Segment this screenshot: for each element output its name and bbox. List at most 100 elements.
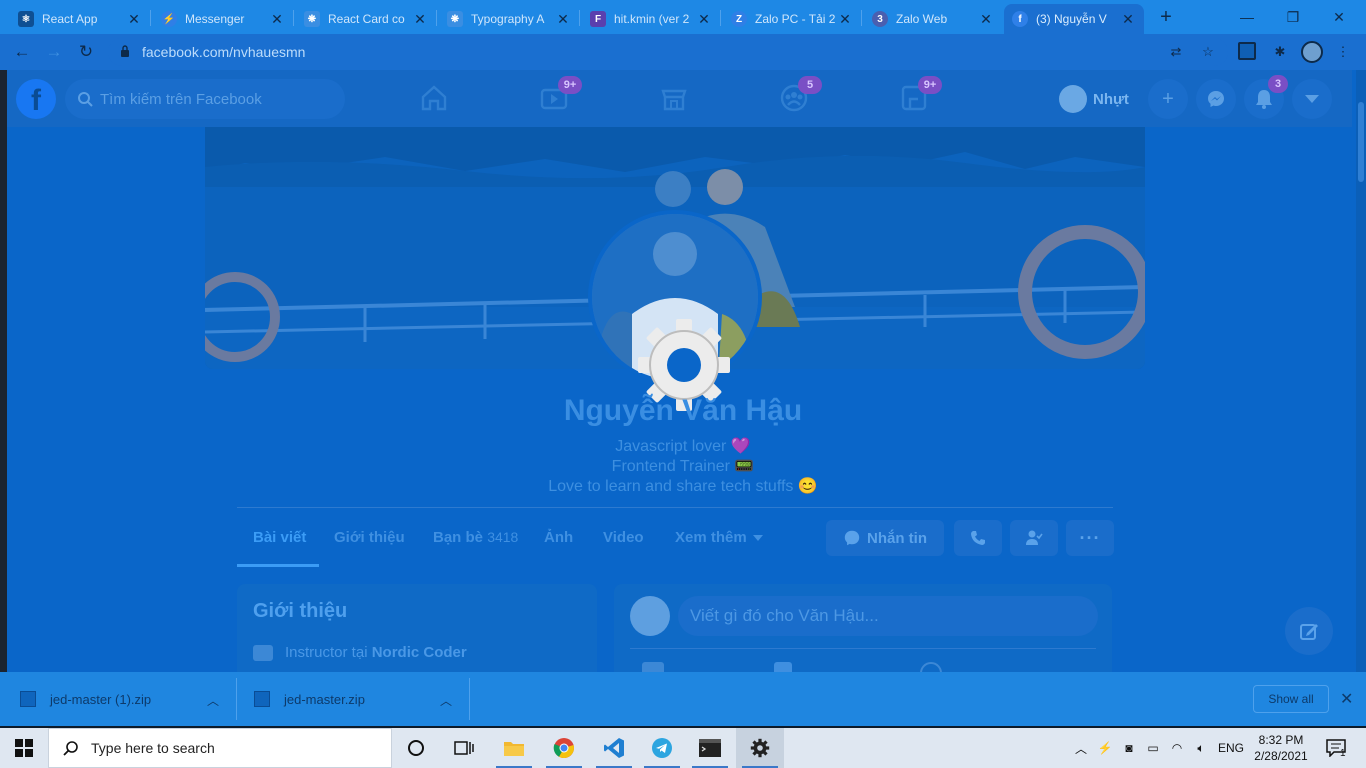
url-field[interactable]: facebook.com/nvhauesmn ⇄ ☆ <box>108 38 1228 66</box>
marketplace-icon[interactable] <box>658 82 690 114</box>
new-tab-button[interactable]: + <box>1156 6 1176 28</box>
close-window-button[interactable]: ✕ <box>1316 0 1362 34</box>
call-button[interactable] <box>954 520 1002 556</box>
groups-nav[interactable]: 5 <box>778 76 822 114</box>
close-icon[interactable]: ✕ <box>837 11 853 28</box>
vscode-icon[interactable] <box>590 728 638 768</box>
back-arrow-icon[interactable]: ← <box>12 42 32 62</box>
gaming-nav[interactable]: 9+ <box>898 76 942 114</box>
groups-badge: 5 <box>798 76 822 94</box>
facebook-logo-icon[interactable]: f <box>16 79 56 119</box>
download-filename: jed-master (1).zip <box>50 691 152 707</box>
file-explorer-icon[interactable] <box>490 728 538 768</box>
live-video-icon[interactable] <box>642 662 664 672</box>
bio-line: Javascript lover 💜 <box>615 438 751 455</box>
close-icon[interactable]: ✕ <box>696 11 712 28</box>
chevron-up-icon[interactable]: ︿ <box>1070 728 1092 768</box>
start-button[interactable] <box>0 728 48 768</box>
facebook-search-input[interactable]: Tìm kiếm trên Facebook <box>65 79 345 119</box>
close-icon[interactable]: ✕ <box>555 11 571 28</box>
create-plus-icon[interactable]: + <box>1148 79 1188 119</box>
tab-zalo-pc[interactable]: Z Zalo PC - Tải 2 ✕ <box>723 4 861 34</box>
tab-about[interactable]: Giới thiệu <box>334 529 405 546</box>
download-item[interactable]: jed-master.zip <box>254 672 365 726</box>
tab-title: React Card co <box>328 12 405 26</box>
profile-avatar-icon[interactable] <box>1301 41 1323 63</box>
close-icon[interactable]: ✕ <box>126 11 142 28</box>
camera-icon[interactable]: ◙ <box>1118 728 1140 768</box>
tab-zalo-web[interactable]: 3 Zalo Web ✕ <box>864 4 1002 34</box>
zalo-icon: Z <box>731 11 747 27</box>
volume-icon[interactable]: 🔈︎ <box>1190 728 1212 768</box>
notifications-bell-icon[interactable]: 3 <box>1244 75 1288 119</box>
user-profile-link[interactable]: Nhựt <box>1059 83 1129 115</box>
restore-button[interactable]: ❐ <box>1270 0 1316 34</box>
telegram-icon[interactable] <box>638 728 686 768</box>
battery-icon[interactable]: ▭ <box>1142 728 1164 768</box>
close-icon[interactable]: ✕ <box>1340 689 1353 709</box>
tab-react-card[interactable]: ❋ React Card co ✕ <box>296 4 436 34</box>
translate-icon[interactable]: ⇄ <box>1166 42 1186 62</box>
task-view-icon[interactable] <box>440 728 488 768</box>
forward-arrow-icon[interactable]: → <box>44 42 64 62</box>
facebook-header: f Tìm kiếm trên Facebook 9+ 5 9+ Nhựt + … <box>7 70 1352 127</box>
clock-date: 2/28/2021 <box>1254 749 1308 763</box>
messenger-icon[interactable] <box>1196 79 1236 119</box>
tab-videos[interactable]: Video <box>603 529 644 546</box>
composer-input[interactable]: Viết gì đó cho Văn Hậu... <box>678 596 1098 636</box>
browser-tab-strip: ⚛ React App ✕ ⚡ Messenger ✕ ❋ React Card… <box>0 0 1366 34</box>
extensions-puzzle-icon[interactable]: ✱ <box>1270 42 1290 62</box>
tab-label: Bạn bè <box>433 529 484 546</box>
tab-react-app[interactable]: ⚛ React App ✕ <box>10 4 150 34</box>
tab-more[interactable]: Xem thêm <box>675 529 763 546</box>
language-indicator[interactable]: ENG <box>1214 728 1248 768</box>
menu-dots-icon[interactable]: ⋮ <box>1333 42 1353 62</box>
reload-icon[interactable]: ↻ <box>76 42 96 62</box>
tab-facebook-profile[interactable]: f (3) Nguyễn V ✕ <box>1004 4 1144 34</box>
chevron-up-icon[interactable]: ︿ <box>440 692 452 709</box>
minimize-button[interactable]: — <box>1224 0 1270 34</box>
notification-count: 1 <box>1340 748 1346 759</box>
tab-label: Giới thiệu <box>334 529 405 546</box>
tray-app-icon[interactable]: ⚡ <box>1094 728 1116 768</box>
account-caret-icon[interactable] <box>1292 79 1332 119</box>
friend-status-button[interactable] <box>1010 520 1058 556</box>
messenger-icon <box>844 530 860 546</box>
download-item[interactable]: jed-master (1).zip <box>20 672 151 726</box>
tab-photos[interactable]: Ảnh <box>544 529 573 546</box>
more-options-button[interactable]: ··· <box>1066 520 1114 556</box>
wifi-icon[interactable]: ◠ <box>1166 728 1188 768</box>
job-company-link[interactable]: Nordic Coder <box>372 644 467 661</box>
message-button[interactable]: Nhắn tin <box>826 520 944 556</box>
notification-center[interactable]: 1 <box>1318 728 1354 768</box>
photo-icon[interactable] <box>774 662 792 672</box>
extension-icon[interactable] <box>1238 42 1256 60</box>
close-icon[interactable]: ✕ <box>412 11 428 28</box>
avatar <box>630 596 670 636</box>
watch-nav[interactable]: 9+ <box>538 76 582 114</box>
scrollbar[interactable] <box>1356 70 1366 672</box>
cortana-icon[interactable] <box>392 728 440 768</box>
chevron-up-icon[interactable]: ︿ <box>207 692 219 709</box>
tab-messenger[interactable]: ⚡ Messenger ✕ <box>153 4 293 34</box>
bookmark-star-icon[interactable]: ☆ <box>1198 42 1218 62</box>
home-icon[interactable] <box>418 82 450 114</box>
close-icon[interactable]: ✕ <box>1120 11 1136 28</box>
user-name: Nhựt <box>1093 90 1129 108</box>
show-all-downloads-button[interactable]: Show all <box>1253 685 1329 713</box>
tab-friends[interactable]: Bạn bè 3418 <box>433 529 518 546</box>
friend-check-icon <box>1026 530 1043 545</box>
feeling-icon[interactable] <box>920 662 942 672</box>
close-icon[interactable]: ✕ <box>269 11 285 28</box>
new-message-button[interactable] <box>1285 607 1333 655</box>
close-icon[interactable]: ✕ <box>978 11 994 28</box>
tab-typography[interactable]: ❋ Typography A ✕ <box>439 4 579 34</box>
chrome-icon[interactable] <box>540 728 588 768</box>
taskbar-search-input[interactable]: Type here to search <box>48 728 392 768</box>
active-tab-indicator <box>237 564 319 567</box>
clock[interactable]: 8:32 PM 2/28/2021 <box>1250 732 1312 764</box>
terminal-icon[interactable] <box>686 728 734 768</box>
tab-figma[interactable]: F hit.kmin (ver 2 ✕ <box>582 4 720 34</box>
tab-posts[interactable]: Bài viết <box>253 529 306 546</box>
settings-gear-icon[interactable] <box>736 728 784 768</box>
